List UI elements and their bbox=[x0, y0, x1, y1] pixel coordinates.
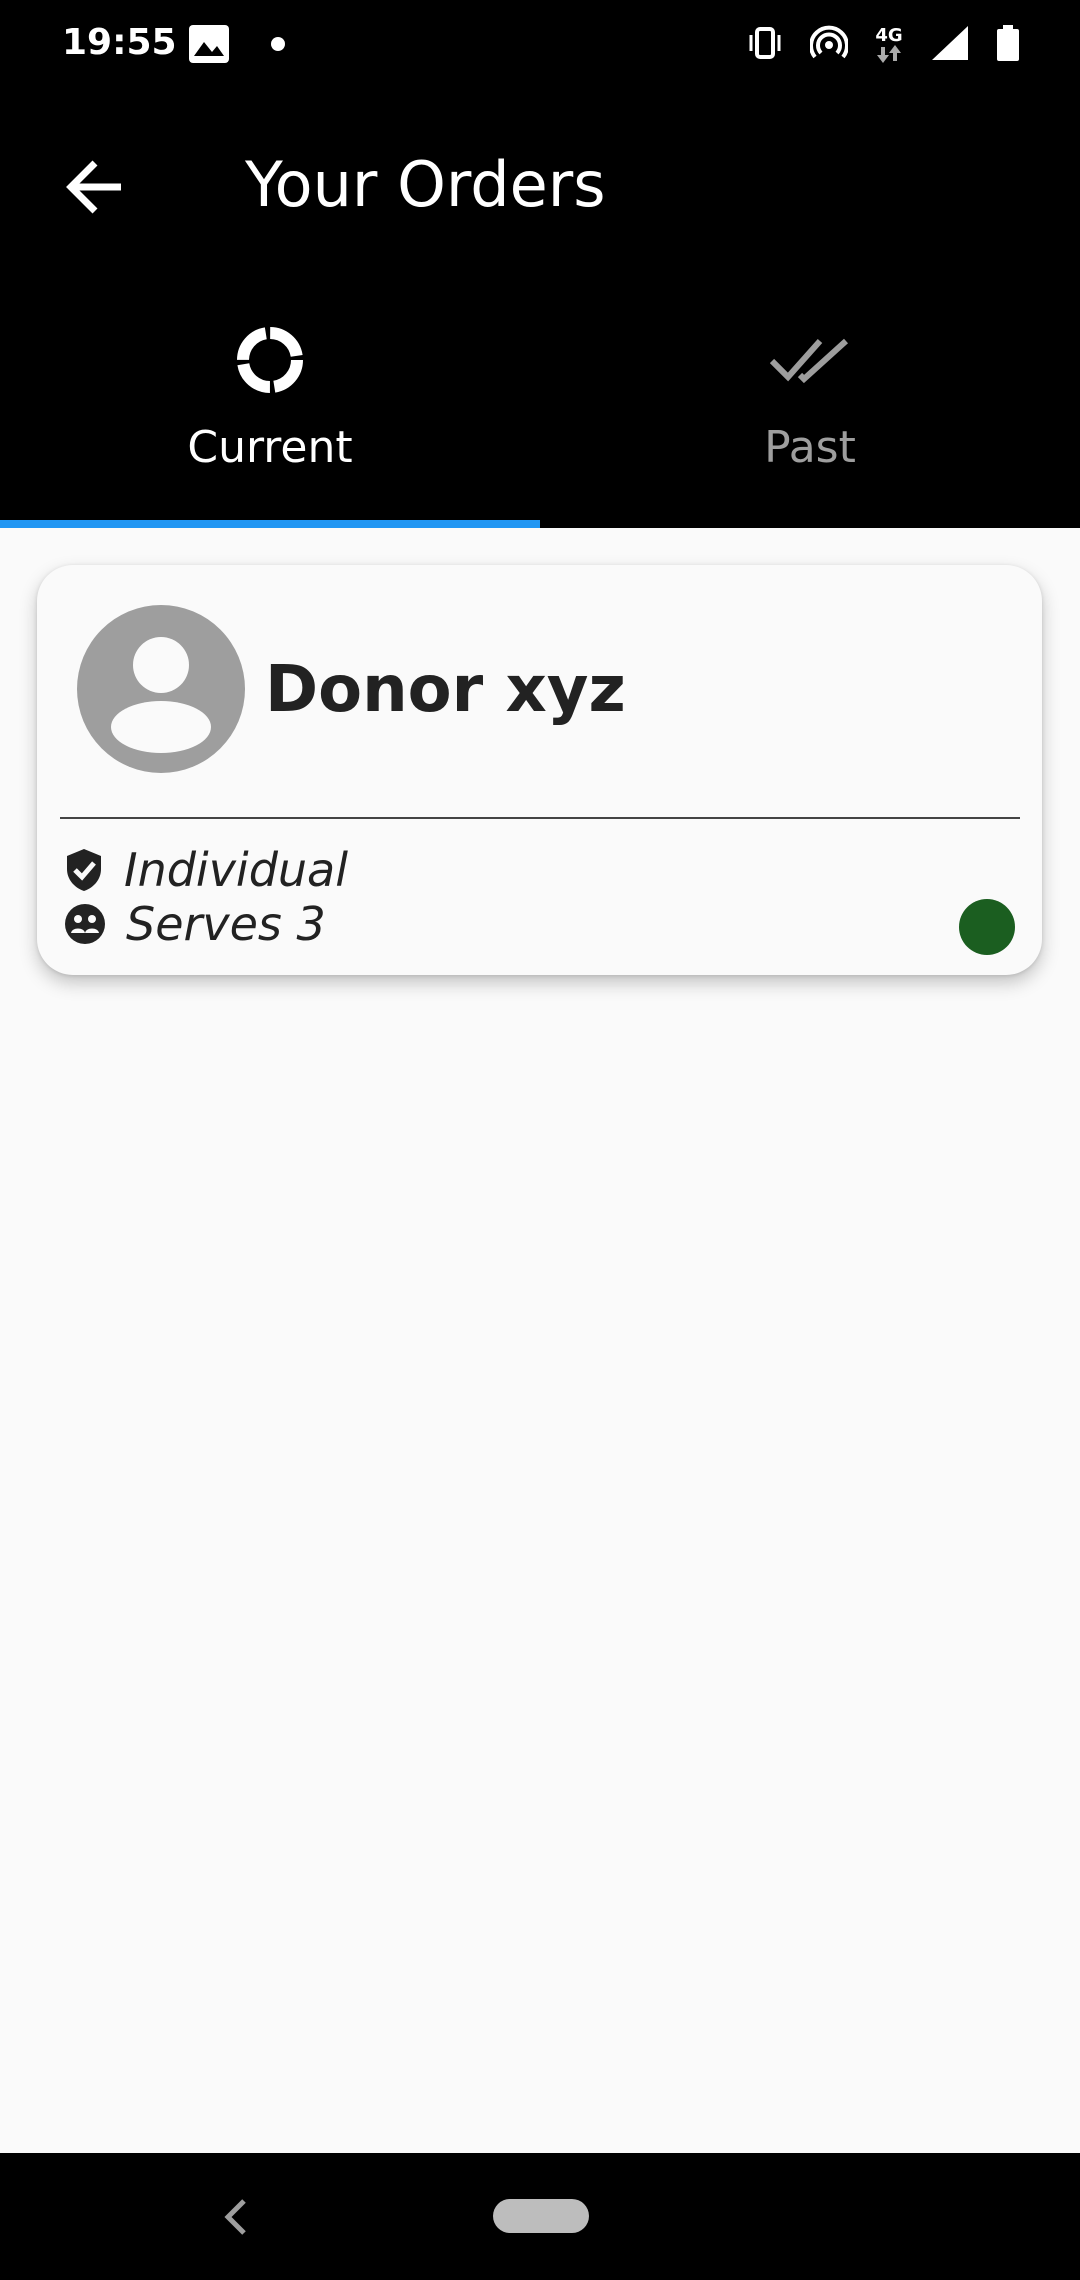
person-icon bbox=[111, 637, 211, 753]
tab-past-label: Past bbox=[764, 422, 856, 473]
verified-shield-icon bbox=[67, 849, 101, 891]
donor-type-row: Individual bbox=[64, 843, 348, 897]
battery-icon bbox=[996, 24, 1020, 66]
status-time: 19:55 bbox=[62, 22, 177, 63]
serves-count: Serves 3 bbox=[126, 897, 326, 951]
serves-row: Serves 3 bbox=[64, 897, 326, 951]
hotspot-icon bbox=[809, 24, 849, 66]
donor-type: Individual bbox=[124, 843, 349, 897]
vibrate-icon bbox=[746, 24, 784, 66]
status-right-icons: 4G bbox=[746, 24, 1020, 66]
network-4g-label: 4G bbox=[875, 25, 903, 46]
status-indicator-dot bbox=[959, 899, 1015, 955]
done-all-icon bbox=[770, 320, 850, 400]
group-icon bbox=[65, 904, 105, 944]
status-bar: 19:55 4G bbox=[0, 0, 1080, 92]
app-bar: Your Orders bbox=[0, 92, 1080, 280]
donor-name: Donor xyz bbox=[265, 653, 626, 727]
card-divider bbox=[60, 817, 1020, 819]
nav-home-pill[interactable] bbox=[493, 2199, 589, 2233]
order-card[interactable]: Donor xyz Individual Serves 3 bbox=[37, 565, 1042, 975]
tab-current-label: Current bbox=[187, 422, 353, 473]
tab-current[interactable]: Current bbox=[0, 280, 540, 528]
page-title: Your Orders bbox=[245, 148, 606, 221]
system-nav-bar bbox=[0, 2153, 1080, 2280]
signal-icon bbox=[930, 24, 970, 66]
network-4g-icon: 4G bbox=[874, 27, 904, 63]
tab-indicator bbox=[0, 520, 540, 528]
status-left-icons bbox=[188, 24, 286, 68]
back-button[interactable] bbox=[60, 152, 130, 222]
tab-bar: Current Past bbox=[0, 280, 1080, 528]
nav-back-button[interactable] bbox=[216, 2193, 256, 2241]
dot-icon bbox=[270, 36, 286, 56]
avatar bbox=[77, 605, 245, 773]
nav-back-icon bbox=[224, 2199, 246, 2235]
image-icon bbox=[188, 24, 230, 68]
tab-past[interactable]: Past bbox=[540, 280, 1080, 528]
arrow-back-icon bbox=[66, 160, 121, 214]
progress-ring-icon bbox=[234, 320, 306, 400]
